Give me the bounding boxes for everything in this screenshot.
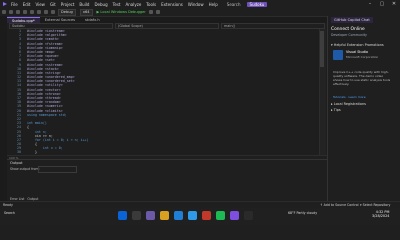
section-local-registrations[interactable]: ▸ Local Registrations (331, 102, 366, 106)
edge-icon[interactable] (174, 211, 183, 220)
menu-debug[interactable]: Debug (94, 2, 107, 7)
taskbar-search-label[interactable]: Search (4, 211, 15, 215)
terminal-icon[interactable] (244, 211, 253, 220)
save-icon[interactable] (29, 10, 34, 14)
start-debugging-button[interactable]: ▶ Local Windows Debugger (97, 10, 146, 14)
spotify-icon[interactable] (216, 211, 225, 220)
menu-view[interactable]: View (35, 2, 45, 7)
menu-analyze[interactable]: Analyze (126, 2, 142, 7)
menu-edit[interactable]: Edit (23, 2, 31, 7)
maximize-button[interactable]: ▢ (376, 0, 388, 8)
tab-copilot-chat[interactable]: GitHub Copilot Chat (331, 17, 373, 23)
open-file-icon[interactable] (22, 10, 27, 14)
minimize-button[interactable]: – (364, 0, 376, 8)
redo-icon[interactable] (50, 10, 55, 14)
visual-studio-logo-icon (2, 1, 8, 7)
menu-git[interactable]: Git (50, 2, 56, 7)
new-file-icon[interactable] (15, 10, 20, 14)
task-view-icon[interactable] (146, 211, 155, 220)
menu-test[interactable]: Test (113, 2, 121, 7)
card-title: Visual Studio (346, 50, 368, 54)
vscode-icon[interactable] (188, 211, 197, 220)
windows-taskbar (0, 208, 400, 225)
save-all-icon[interactable] (36, 10, 41, 14)
output-title: Output (10, 161, 23, 165)
visual-studio-icon (333, 50, 343, 60)
menu-window[interactable]: Window (188, 2, 204, 7)
system-clock[interactable]: 4:32 PM 3/28/2024 (372, 210, 389, 219)
learn-more-link[interactable]: Tutorials · Learn more (333, 95, 366, 99)
card-description: Improve C++ code quality with high-quali… (333, 70, 391, 86)
menu-build[interactable]: Build (79, 2, 89, 7)
section-extension-promotions[interactable]: ▾ Helpful Extension Promotions (331, 43, 384, 47)
chrome-icon[interactable] (202, 211, 211, 220)
code-text[interactable]: int main() (27, 121, 47, 125)
add-to-source-control-button[interactable]: ↑ Add to Source Control (320, 203, 359, 207)
menu-file[interactable]: File (11, 2, 18, 7)
clock-date: 3/28/2024 (372, 214, 390, 219)
status-ready: Ready (3, 203, 13, 207)
close-button[interactable]: ✕ (388, 0, 400, 8)
file-explorer-icon[interactable] (160, 211, 169, 220)
undo-icon[interactable] (43, 10, 48, 14)
bookmark-icon[interactable] (156, 10, 161, 14)
taskbar-search[interactable]: Search (4, 211, 44, 215)
configuration-select[interactable]: Debug (58, 8, 76, 16)
search-box[interactable]: Search (227, 2, 241, 7)
title-bar: File Edit View Git Project Build Debug T… (0, 0, 400, 8)
menu-extensions[interactable]: Extensions (161, 2, 183, 7)
code-text[interactable]: using namespace std; (27, 113, 67, 117)
section-tips[interactable]: ▸ Tips (331, 108, 341, 112)
menu-tools[interactable]: Tools (146, 2, 156, 7)
output-source-label: Show output from: (10, 167, 40, 171)
windows-start-icon[interactable] (118, 211, 127, 220)
forward-icon[interactable] (8, 10, 13, 14)
back-icon[interactable] (1, 10, 6, 14)
weather-tray[interactable]: 68°F Partly cloudy (288, 211, 317, 215)
panel-subheading-link[interactable]: Developer Community (331, 33, 367, 37)
output-source-select[interactable] (38, 166, 77, 173)
debug-option-icon[interactable] (149, 10, 154, 14)
search-icon[interactable] (132, 211, 141, 220)
panel-heading: Connect Online (331, 27, 365, 32)
menu-project[interactable]: Project (61, 2, 75, 7)
card-subtitle: Microsoft Corporation (346, 55, 379, 59)
visual-studio-taskbar-icon[interactable] (230, 211, 239, 220)
select-repository-button[interactable]: ▾ Select Repository (360, 203, 390, 207)
editor-scroll-thumb[interactable] (320, 31, 324, 67)
platform-select[interactable]: x64 (79, 8, 93, 16)
project-name-badge: Sudoku (246, 1, 268, 7)
code-editor[interactable]: 1 #include <iostream> 2 #include <algorithm… (7, 29, 327, 157)
menu-help[interactable]: Help (209, 2, 218, 7)
